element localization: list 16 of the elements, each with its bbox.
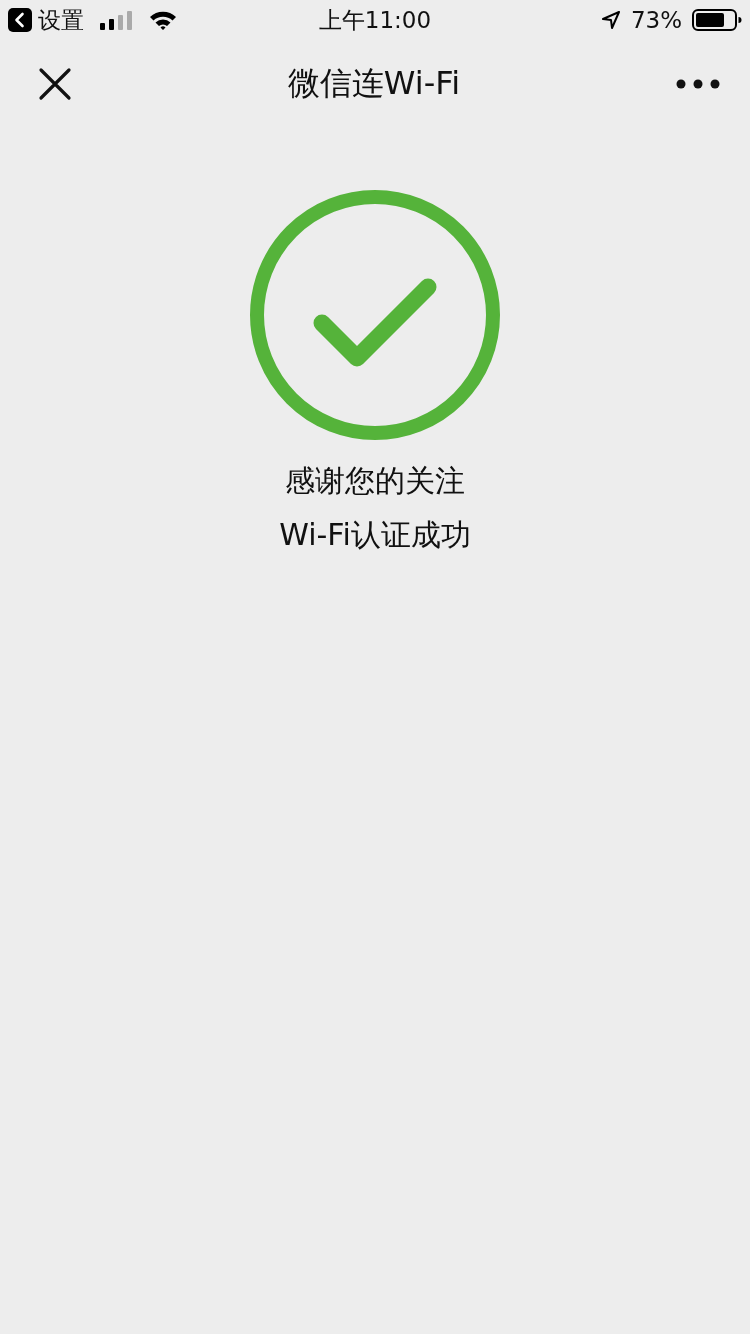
close-button[interactable] xyxy=(38,67,72,101)
result-message: 感谢您的关注 xyxy=(285,462,465,500)
battery-percentage: 73% xyxy=(630,7,682,33)
result-message: Wi-Fi认证成功 xyxy=(279,516,471,554)
close-icon xyxy=(38,67,72,101)
wifi-icon xyxy=(148,9,178,31)
more-button[interactable] xyxy=(676,79,720,89)
success-check-icon xyxy=(250,190,500,440)
status-time: 上午11:00 xyxy=(318,5,432,35)
location-arrow-icon xyxy=(600,10,621,30)
battery-icon xyxy=(692,9,742,31)
back-to-app-button[interactable]: 设置 xyxy=(8,4,84,36)
signal-icon xyxy=(100,10,134,30)
more-icon xyxy=(676,79,720,89)
back-app-label: 设置 xyxy=(38,5,84,35)
page-title: 微信连Wi-Fi xyxy=(287,63,461,104)
